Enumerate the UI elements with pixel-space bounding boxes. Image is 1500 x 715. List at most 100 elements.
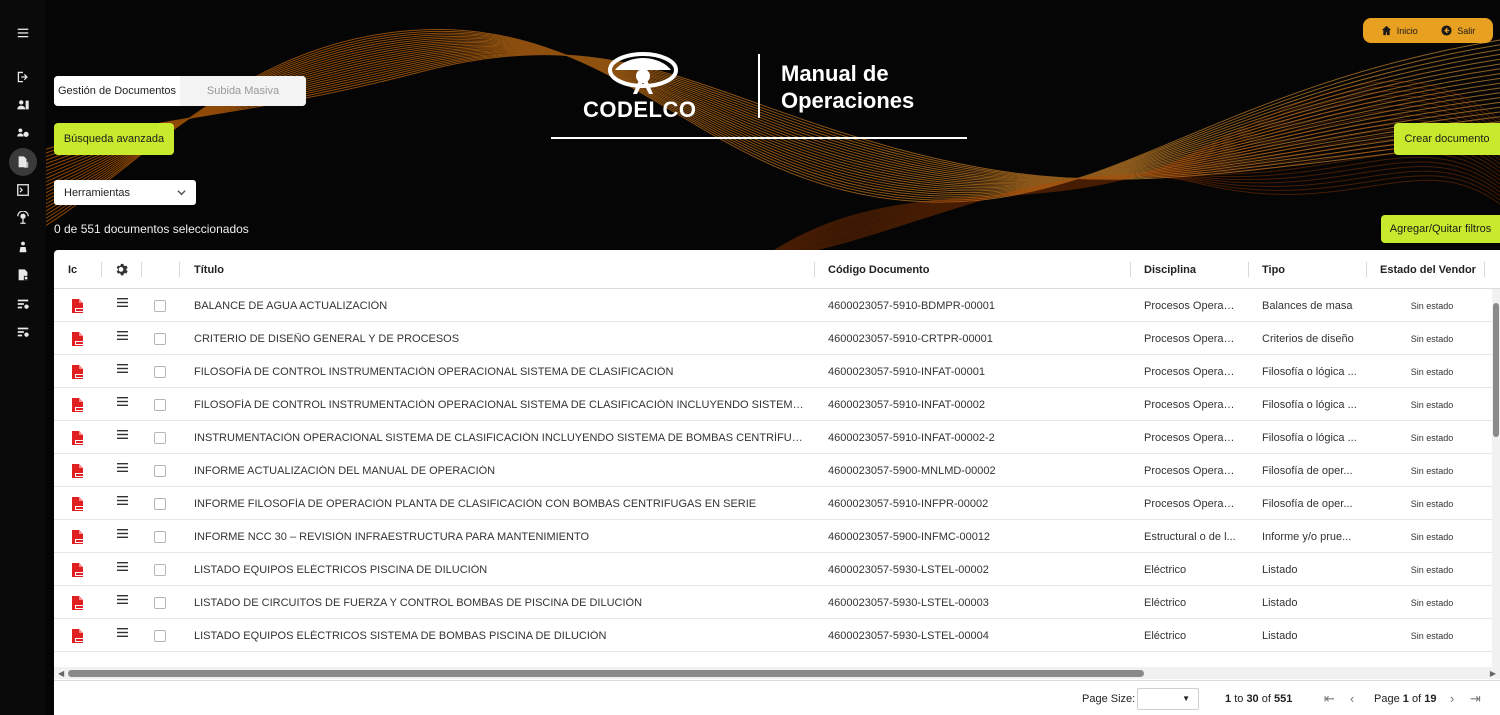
row-discipline: Eléctrico [1144,629,1187,642]
row-title: INFORME FILOSOFÍA DE OPERACIÓN PLANTA DE… [194,497,757,510]
create-document-button[interactable]: Crear documento [1394,123,1500,155]
row-title: INSTRUMENTACIÓN OPERACIONAL SISTEMA DE C… [194,431,804,444]
row-menu-icon[interactable] [117,418,128,451]
tab-subida-masiva[interactable]: Subida Masiva [180,76,306,106]
pdf-file-icon[interactable] [71,322,84,355]
row-menu-icon[interactable] [117,319,128,352]
row-checkbox[interactable] [154,629,166,642]
column-header-title[interactable]: Título [194,250,224,289]
row-checkbox[interactable] [154,299,166,312]
row-menu-icon[interactable] [117,583,128,616]
table-row[interactable]: INFORME NCC 30 – REVISIÓN INFRAESTRUCTUR… [54,520,1500,553]
column-separator[interactable] [1366,262,1367,277]
table-row[interactable]: FILOSOFÍA DE CONTROL INSTRUMENTACIÓN OPE… [54,388,1500,421]
chevron-down-icon [177,190,186,196]
tools-select[interactable]: Herramientas [54,180,196,205]
row-checkbox[interactable] [154,596,166,609]
row-checkbox[interactable] [154,464,166,477]
column-separator[interactable] [814,262,815,277]
pdf-file-icon[interactable] [71,454,84,487]
users-icon[interactable] [10,92,36,118]
reports-icon[interactable] [10,262,36,288]
row-discipline: Procesos Operaci... [1144,464,1239,477]
row-checkbox[interactable] [154,332,166,345]
salir-button[interactable]: Salir [1441,25,1475,36]
org-icon[interactable] [10,120,36,146]
row-checkbox[interactable] [154,431,166,444]
row-code: 4600023057-5930-LSTEL-00004 [828,629,989,642]
column-settings-button[interactable] [115,250,128,289]
table-row[interactable]: FILOSOFÍA DE CONTROL INSTRUMENTACIÓN OPE… [54,355,1500,388]
column-separator[interactable] [1248,262,1249,277]
scroll-right-arrow-icon[interactable]: ▶ [1490,669,1496,678]
inicio-button[interactable]: Inicio [1381,25,1418,36]
row-menu-icon[interactable] [117,352,128,385]
row-checkbox[interactable] [154,563,166,576]
person-icon[interactable] [10,234,36,260]
horizontal-scrollbar[interactable]: ◀ ▶ [54,667,1500,679]
pdf-file-icon[interactable] [71,289,84,322]
table-row[interactable]: INFORME FILOSOFÍA DE OPERACIÓN PLANTA DE… [54,487,1500,520]
logout-icon[interactable] [10,64,36,90]
column-separator[interactable] [179,262,180,277]
previous-page-icon[interactable]: ‹ [1350,681,1354,715]
table-row[interactable]: INFORME ACTUALIZACIÓN DEL MANUAL DE OPER… [54,454,1500,487]
network-icon[interactable] [10,205,36,231]
table-row[interactable]: CRITERIO DE DISEÑO GENERAL Y DE PROCESOS… [54,322,1500,355]
tab-gestion-documentos[interactable]: Gestión de Documentos [54,76,180,106]
row-code: 4600023057-5910-CRTPR-00001 [828,332,993,345]
vertical-scrollbar[interactable] [1492,289,1500,667]
vertical-scroll-thumb[interactable] [1493,303,1499,437]
table-row-partial [54,652,1500,664]
table-row[interactable]: LISTADO EQUIPOS ELÉCTRICOS PISCINA DE DI… [54,553,1500,586]
column-separator[interactable] [1484,262,1485,277]
pdf-file-icon[interactable] [71,553,84,586]
column-separator[interactable] [1130,262,1131,277]
row-menu-icon[interactable] [117,286,128,319]
advanced-search-button[interactable]: Búsqueda avanzada [54,123,174,155]
settings-list-icon[interactable] [10,291,36,317]
row-vendor-state: Sin estado [1410,399,1454,410]
table-row[interactable]: LISTADO EQUIPOS ELÉCTRICOS SISTEMA DE BO… [54,619,1500,652]
row-checkbox[interactable] [154,530,166,543]
row-menu-icon[interactable] [117,616,128,649]
page-size-select[interactable]: ▼ [1137,687,1199,710]
pdf-file-icon[interactable] [71,487,84,520]
table-row[interactable]: LISTADO DE CIRCUITOS DE FUERZA Y CONTROL… [54,586,1500,619]
scroll-left-arrow-icon[interactable]: ◀ [58,669,64,678]
row-discipline: Procesos Operaci... [1144,332,1239,345]
documents-icon[interactable] [9,148,37,176]
column-header-discipline[interactable]: Disciplina [1144,250,1196,289]
next-page-icon[interactable]: › [1450,681,1454,715]
column-separator[interactable] [101,262,102,277]
row-type: Listado [1262,596,1298,609]
toggle-filters-button[interactable]: Agregar/Quitar filtros [1381,215,1500,243]
last-page-icon[interactable]: ⇥ [1470,681,1481,715]
row-checkbox[interactable] [154,398,166,411]
table-row[interactable]: INSTRUMENTACIÓN OPERACIONAL SISTEMA DE C… [54,421,1500,454]
column-header-icon[interactable]: Ic [68,250,77,289]
settings-list-2-icon[interactable] [10,319,36,345]
row-menu-icon[interactable] [117,451,128,484]
row-menu-icon[interactable] [117,484,128,517]
pdf-file-icon[interactable] [71,355,84,388]
column-header-vendor-state[interactable]: Estado del Vendor [1380,250,1476,289]
column-separator[interactable] [141,262,142,277]
row-menu-icon[interactable] [117,550,128,583]
table-row[interactable]: BALANCE DE AGUA ACTUALIZACIÓN 4600023057-… [54,289,1500,322]
pdf-file-icon[interactable] [71,619,84,652]
pdf-file-icon[interactable] [71,520,84,553]
column-header-code[interactable]: Código Documento [828,250,929,289]
row-checkbox[interactable] [154,497,166,510]
horizontal-scroll-thumb[interactable] [68,670,1144,677]
column-header-type[interactable]: Tipo [1262,250,1285,289]
pdf-file-icon[interactable] [71,421,84,454]
row-menu-icon[interactable] [117,517,128,550]
pdf-file-icon[interactable] [71,388,84,421]
menu-icon[interactable] [10,20,36,46]
first-page-icon[interactable]: ⇤ [1324,681,1335,715]
row-checkbox[interactable] [154,365,166,378]
row-menu-icon[interactable] [117,385,128,418]
console-icon[interactable] [10,177,36,203]
pdf-file-icon[interactable] [71,586,84,619]
